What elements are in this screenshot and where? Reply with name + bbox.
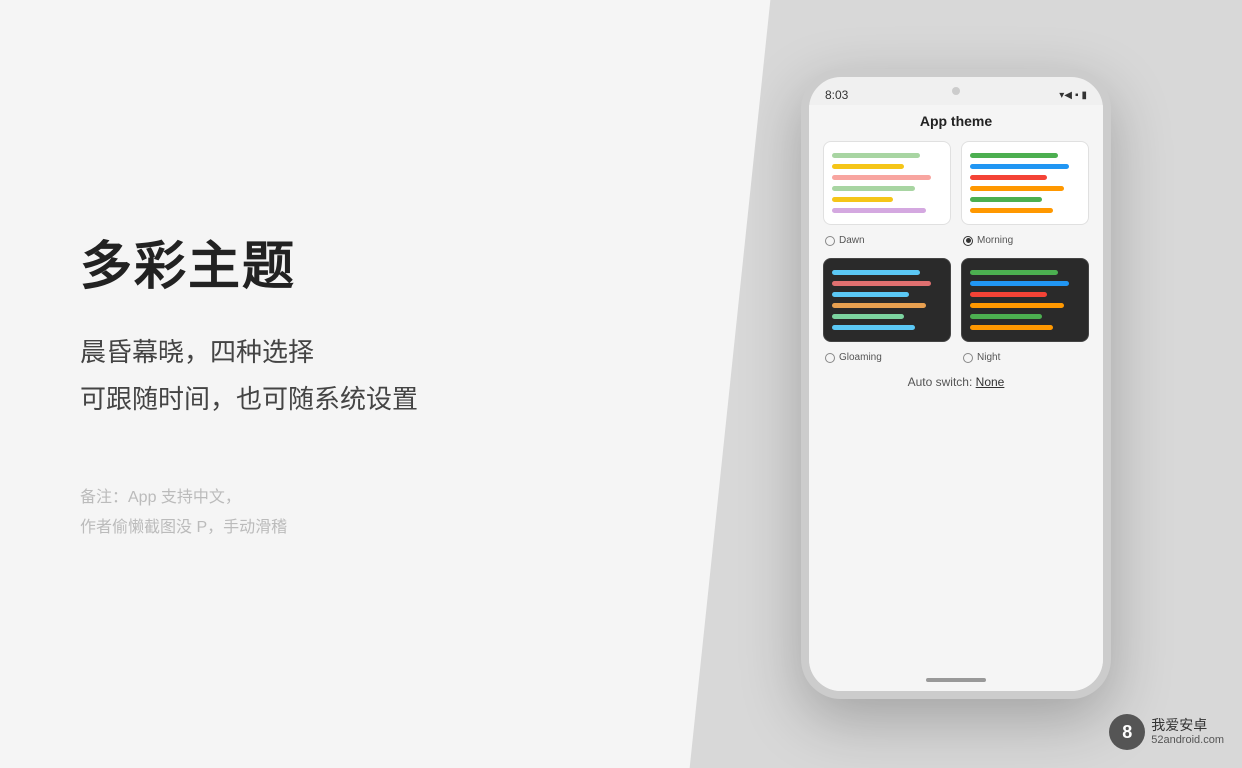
morning-bar-5: [970, 197, 1042, 202]
gloaming-bar-4: [832, 303, 926, 308]
left-panel: 多彩主题 晨昏幕晓，四种选择 可跟随时间，也可随系统设置 备注：App 支持中文…: [0, 0, 670, 768]
night-label: Night: [977, 352, 1000, 363]
wifi-icon: ▾◀: [1059, 90, 1072, 101]
gloaming-radio[interactable]: [825, 353, 835, 363]
gloaming-label-cell: Gloaming: [823, 352, 951, 363]
dawn-label-cell: Dawn: [823, 235, 951, 246]
morning-bar-3: [970, 175, 1047, 180]
dawn-label: Dawn: [839, 235, 865, 246]
night-radio[interactable]: [963, 353, 973, 363]
night-label-cell: Night: [961, 352, 1089, 363]
gloaming-bar-5: [832, 314, 904, 319]
subtitle-line2: 可跟随时间，也可随系统设置: [80, 376, 590, 423]
morning-bar-4: [970, 186, 1064, 191]
theme-card-night[interactable]: [961, 258, 1089, 342]
home-bar: [926, 678, 986, 682]
night-bar-6: [970, 325, 1053, 330]
theme-card-dawn[interactable]: [823, 141, 951, 225]
morning-bar-6: [970, 208, 1053, 213]
phone-home-indicator: [809, 669, 1103, 691]
top-labels-row: Dawn Morning: [823, 235, 1089, 246]
theme-grid: [823, 141, 1089, 225]
theme-card-gloaming[interactable]: [823, 258, 951, 342]
battery-icon: ▮: [1081, 90, 1087, 101]
dawn-bar-6: [832, 208, 926, 213]
morning-bar-2: [970, 164, 1069, 169]
gloaming-label: Gloaming: [839, 352, 882, 363]
night-bar-5: [970, 314, 1042, 319]
watermark-text: 我爱安卓 52android.com: [1151, 717, 1224, 747]
gloaming-bar-3: [832, 292, 909, 297]
watermark-icon: 8: [1109, 714, 1145, 750]
gloaming-bar-2: [832, 281, 931, 286]
watermark: 8 我爱安卓 52android.com: [1109, 714, 1224, 750]
app-theme-title: App theme: [823, 113, 1089, 129]
gloaming-bar-1: [832, 270, 920, 275]
phone-camera: [952, 87, 960, 95]
dawn-radio[interactable]: [825, 236, 835, 246]
signal-icon: ▪: [1075, 90, 1079, 101]
dawn-bar-4: [832, 186, 915, 191]
night-bar-1: [970, 270, 1058, 275]
morning-radio[interactable]: [963, 236, 973, 246]
note-text: 备注：App 支持中文， 作者偷懒截图没 P，手动滑稽: [80, 483, 590, 544]
note-line2: 作者偷懒截图没 P，手动滑稽: [80, 513, 590, 543]
subtitle: 晨昏幕晓，四种选择 可跟随时间，也可随系统设置: [80, 329, 590, 423]
phone-content: App theme: [809, 105, 1103, 669]
theme-card-morning[interactable]: [961, 141, 1089, 225]
auto-switch: Auto switch: None: [823, 375, 1089, 389]
morning-label-cell: Morning: [961, 235, 1089, 246]
watermark-line1: 我爱安卓: [1151, 717, 1224, 734]
watermark-line2: 52android.com: [1151, 734, 1224, 747]
phone-time: 8:03: [825, 88, 848, 102]
dawn-bar-5: [832, 197, 893, 202]
gloaming-bar-6: [832, 325, 915, 330]
night-bar-3: [970, 292, 1047, 297]
note-line1: 备注：App 支持中文，: [80, 483, 590, 513]
dark-theme-grid: [823, 258, 1089, 342]
dawn-bar-3: [832, 175, 931, 180]
auto-switch-label: Auto switch:: [908, 375, 973, 389]
night-bar-2: [970, 281, 1069, 286]
subtitle-line1: 晨昏幕晓，四种选择: [80, 329, 590, 376]
morning-label: Morning: [977, 235, 1013, 246]
night-bar-4: [970, 303, 1064, 308]
bottom-labels-row: Gloaming Night: [823, 352, 1089, 363]
main-title: 多彩主题: [80, 224, 590, 299]
dawn-bar-1: [832, 153, 920, 158]
phone-mockup: 8:03 ▾◀ ▪ ▮ App theme: [801, 69, 1111, 699]
dawn-bar-2: [832, 164, 904, 169]
phone-status-icons: ▾◀ ▪ ▮: [1059, 90, 1087, 101]
morning-bar-1: [970, 153, 1058, 158]
auto-switch-value[interactable]: None: [976, 375, 1005, 389]
